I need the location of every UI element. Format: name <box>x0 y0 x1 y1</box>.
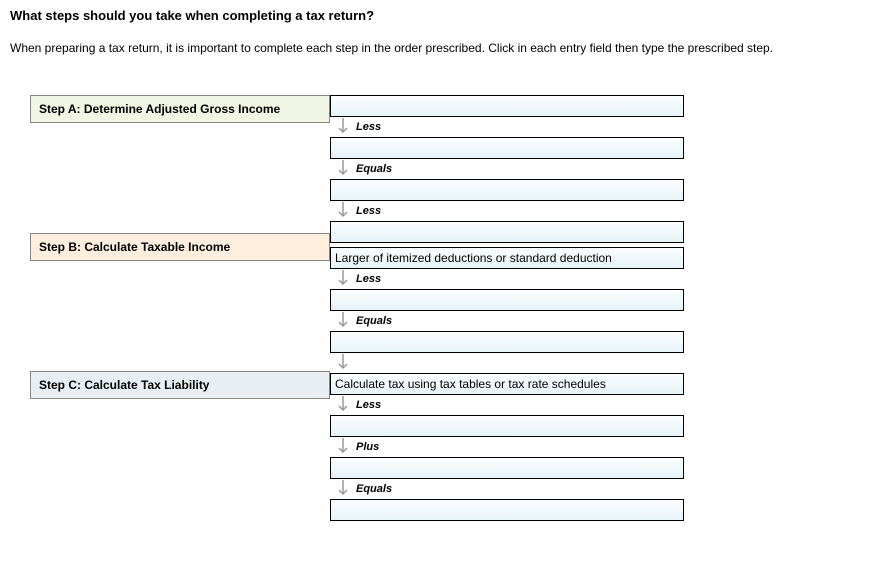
connector-label: Less <box>356 273 381 285</box>
arrow-down-icon <box>336 201 350 221</box>
fields-column: Less Equals Less Less <box>330 95 690 521</box>
field-4[interactable] <box>330 221 684 243</box>
arrow-down-icon <box>336 437 350 457</box>
connector-label: Plus <box>356 441 379 453</box>
field-9[interactable] <box>330 415 684 437</box>
arrow-down-icon <box>336 353 350 373</box>
connector-label: Less <box>356 121 381 133</box>
connector <box>330 353 690 373</box>
field-3[interactable] <box>330 179 684 201</box>
connector-label: Equals <box>356 163 392 175</box>
step-a-label: Step A: Determine Adjusted Gross Income <box>30 95 330 123</box>
connector: Less <box>330 395 690 415</box>
connector: Equals <box>330 479 690 499</box>
question-title: What steps should you take when completi… <box>10 8 883 23</box>
spacer <box>10 123 330 233</box>
connector: Less <box>330 201 690 221</box>
arrow-down-icon <box>336 159 350 179</box>
field-11[interactable] <box>330 499 684 521</box>
connector: Equals <box>330 159 690 179</box>
step-b-label: Step B: Calculate Taxable Income <box>30 233 330 261</box>
instructions-text: When preparing a tax return, it is impor… <box>10 41 883 55</box>
arrow-down-icon <box>336 117 350 137</box>
connector-label: Less <box>356 399 381 411</box>
connector-label: Equals <box>356 315 392 327</box>
connector-label: Less <box>356 205 381 217</box>
connector: Plus <box>330 437 690 457</box>
connector: Less <box>330 269 690 289</box>
arrow-down-icon <box>336 269 350 289</box>
arrow-down-icon <box>336 395 350 415</box>
arrow-down-icon <box>336 479 350 499</box>
step-c-label: Step C: Calculate Tax Liability <box>30 371 330 399</box>
spacer <box>10 261 330 371</box>
field-1[interactable] <box>330 95 684 117</box>
field-8[interactable] <box>330 373 684 395</box>
field-2[interactable] <box>330 137 684 159</box>
step-labels-column: Step A: Determine Adjusted Gross Income … <box>10 95 330 521</box>
field-5[interactable] <box>330 247 684 269</box>
field-7[interactable] <box>330 331 684 353</box>
connector: Less <box>330 117 690 137</box>
connector-label: Equals <box>356 483 392 495</box>
worksheet-layout: Step A: Determine Adjusted Gross Income … <box>10 95 883 521</box>
field-6[interactable] <box>330 289 684 311</box>
connector: Equals <box>330 311 690 331</box>
arrow-down-icon <box>336 311 350 331</box>
field-10[interactable] <box>330 457 684 479</box>
